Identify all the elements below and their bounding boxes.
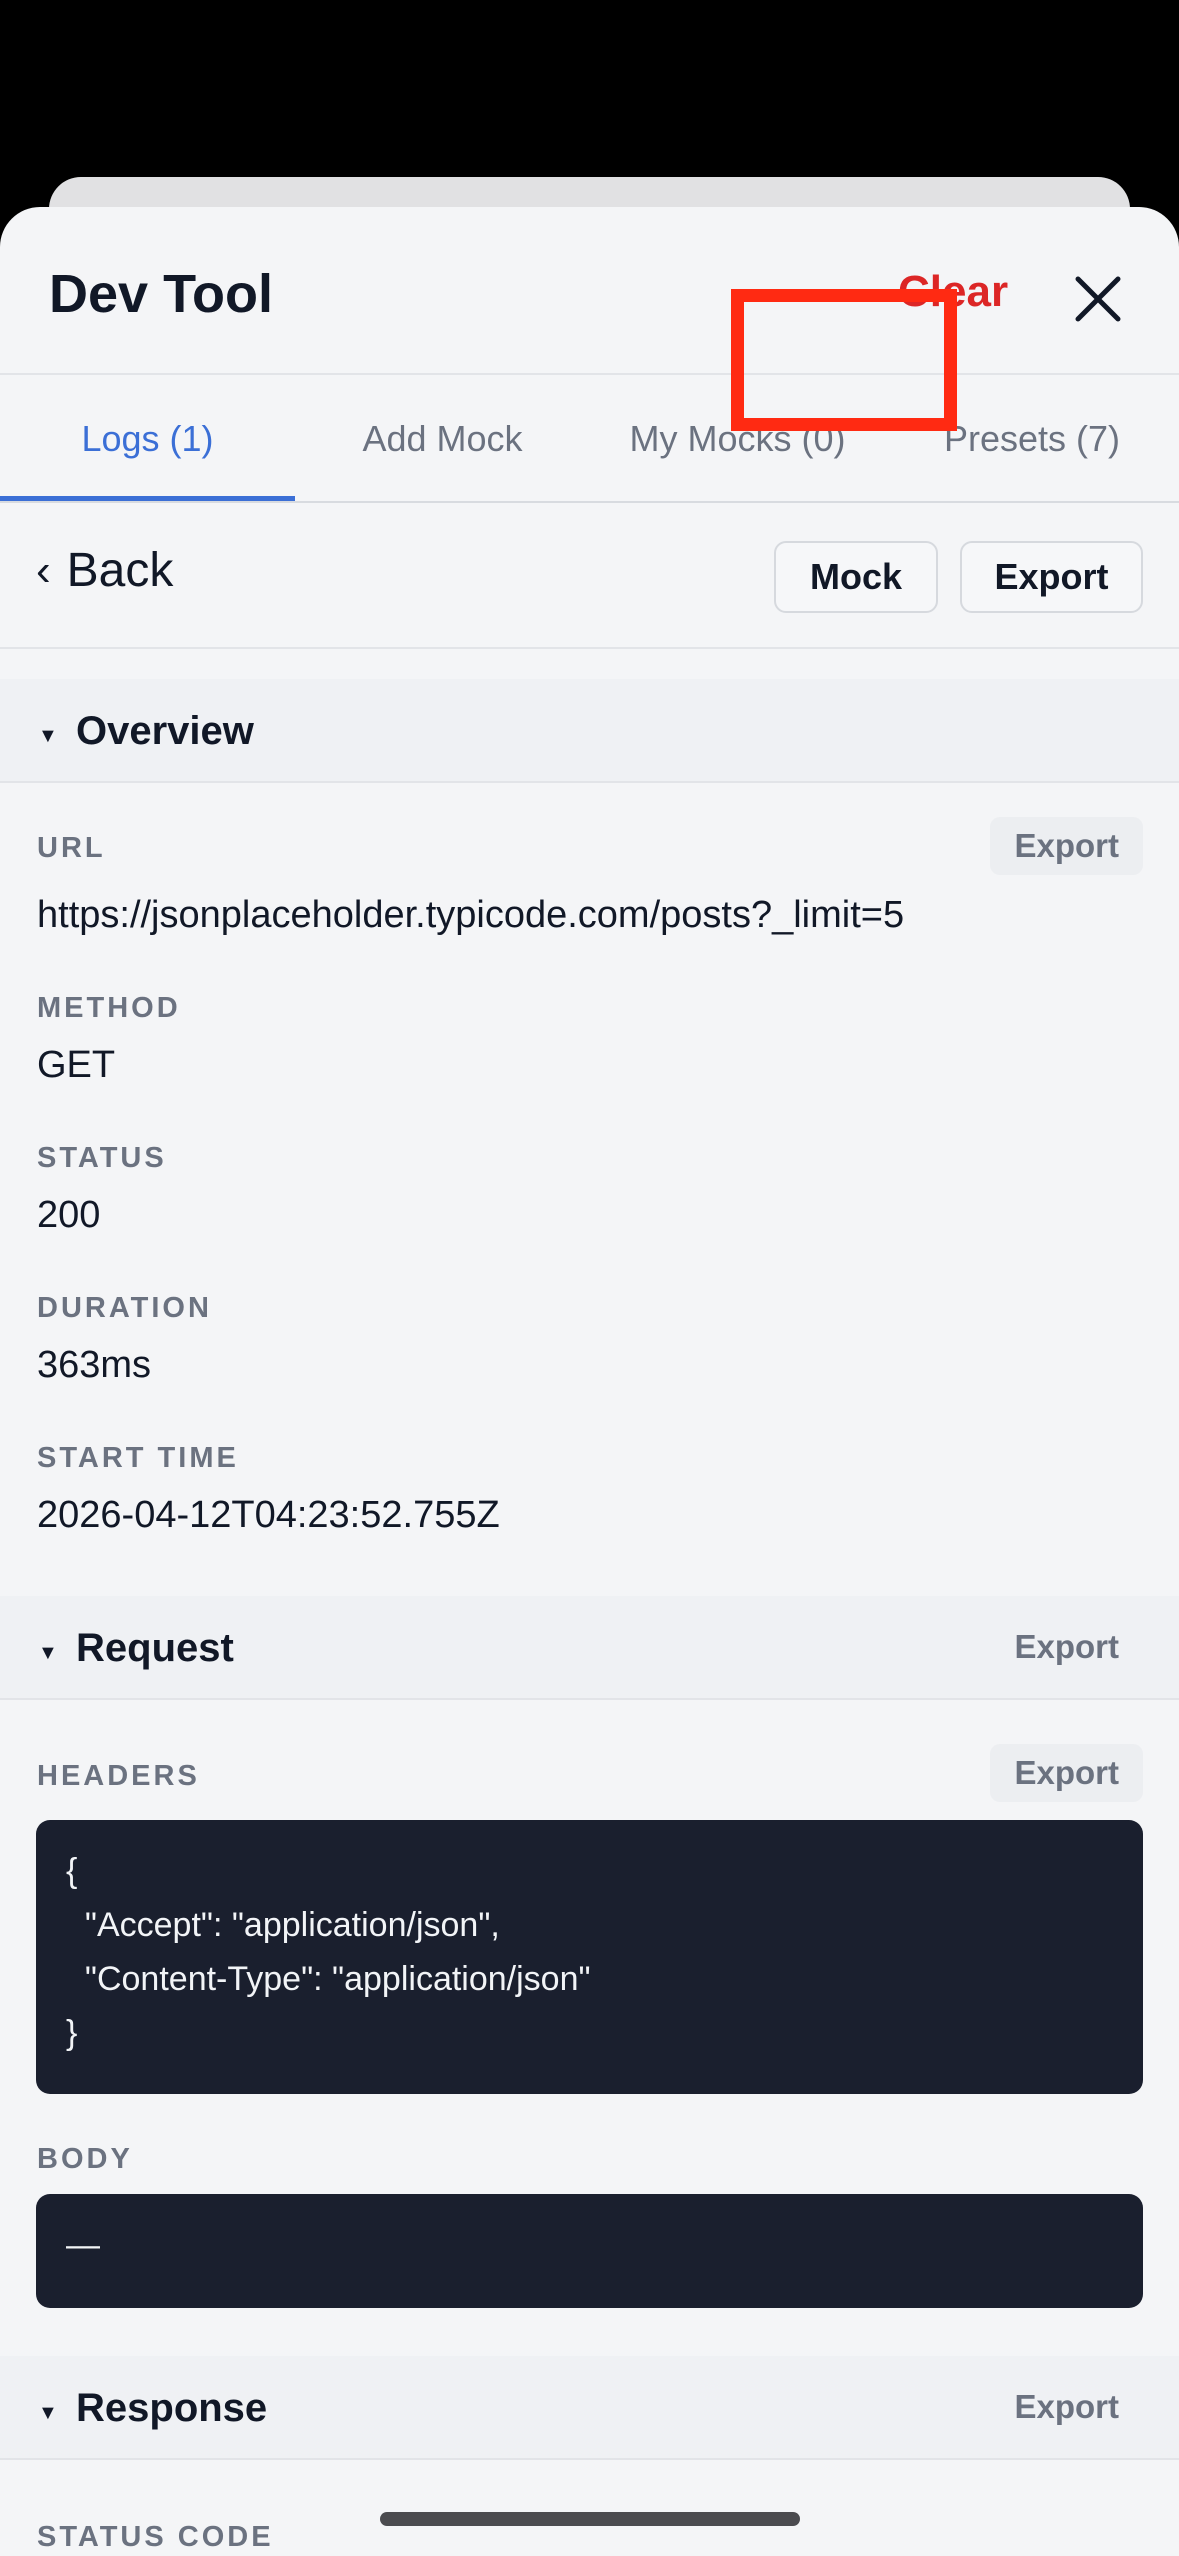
response-export-button[interactable]: Export: [990, 2378, 1143, 2436]
back-label: Back: [66, 544, 174, 597]
status-code-label: STATUS CODE: [37, 2521, 274, 2553]
duration-value: 363ms: [37, 1344, 152, 1386]
close-icon: [1075, 276, 1121, 322]
detail-toolbar: ‹ Back Mock Export: [0, 503, 1179, 649]
url-label: URL: [37, 832, 106, 864]
start-time-value: 2026-04-12T04:23:52.755Z: [37, 1494, 500, 1536]
request-section-header[interactable]: ▼ Request Export: [0, 1596, 1179, 1700]
header: Dev Tool Clear: [0, 207, 1179, 375]
response-section-header[interactable]: ▼ Response Export: [0, 2356, 1179, 2460]
highlight-annotation-box: [731, 289, 957, 431]
triangle-down-icon: ▼: [38, 2402, 58, 2424]
headers-export-button[interactable]: Export: [990, 1744, 1143, 1802]
status-label: STATUS: [37, 1142, 167, 1174]
method-value: GET: [37, 1044, 116, 1086]
triangle-down-icon: ▼: [38, 1642, 58, 1664]
active-tab-indicator: [0, 496, 295, 501]
tab-add-mock[interactable]: Add Mock: [295, 375, 590, 503]
headers-label: HEADERS: [37, 1760, 200, 1792]
chevron-left-icon: ‹: [36, 545, 51, 595]
overview-title: Overview: [76, 709, 254, 753]
close-button[interactable]: [1066, 267, 1130, 331]
dev-tool-sheet: Dev Tool Clear Logs (1) Add Mock My Mock…: [0, 207, 1179, 2556]
url-value: https://jsonplaceholder.typicode.com/pos…: [37, 894, 905, 936]
status-value: 200: [37, 1194, 101, 1236]
triangle-down-icon: ▼: [38, 725, 58, 747]
duration-label: DURATION: [37, 1292, 212, 1324]
export-button[interactable]: Export: [960, 541, 1143, 613]
response-title: Response: [76, 2386, 268, 2430]
tab-logs[interactable]: Logs (1): [0, 375, 295, 503]
body-code-block: —: [36, 2194, 1143, 2308]
back-button[interactable]: ‹ Back: [36, 543, 173, 598]
headers-code-block: { "Accept": "application/json", "Content…: [36, 1820, 1143, 2094]
page-title: Dev Tool: [49, 264, 274, 324]
start-time-label: START TIME: [37, 1442, 239, 1474]
request-title: Request: [76, 1626, 234, 1670]
url-export-button[interactable]: Export: [990, 817, 1143, 875]
request-export-button[interactable]: Export: [990, 1618, 1143, 1676]
body-label: BODY: [37, 2143, 133, 2175]
mock-button[interactable]: Mock: [774, 541, 938, 613]
method-label: METHOD: [37, 992, 181, 1024]
tab-bar: Logs (1) Add Mock My Mocks (0) Presets (…: [0, 375, 1179, 503]
overview-section-header[interactable]: ▼ Overview: [0, 679, 1179, 783]
home-indicator[interactable]: [380, 2512, 800, 2526]
